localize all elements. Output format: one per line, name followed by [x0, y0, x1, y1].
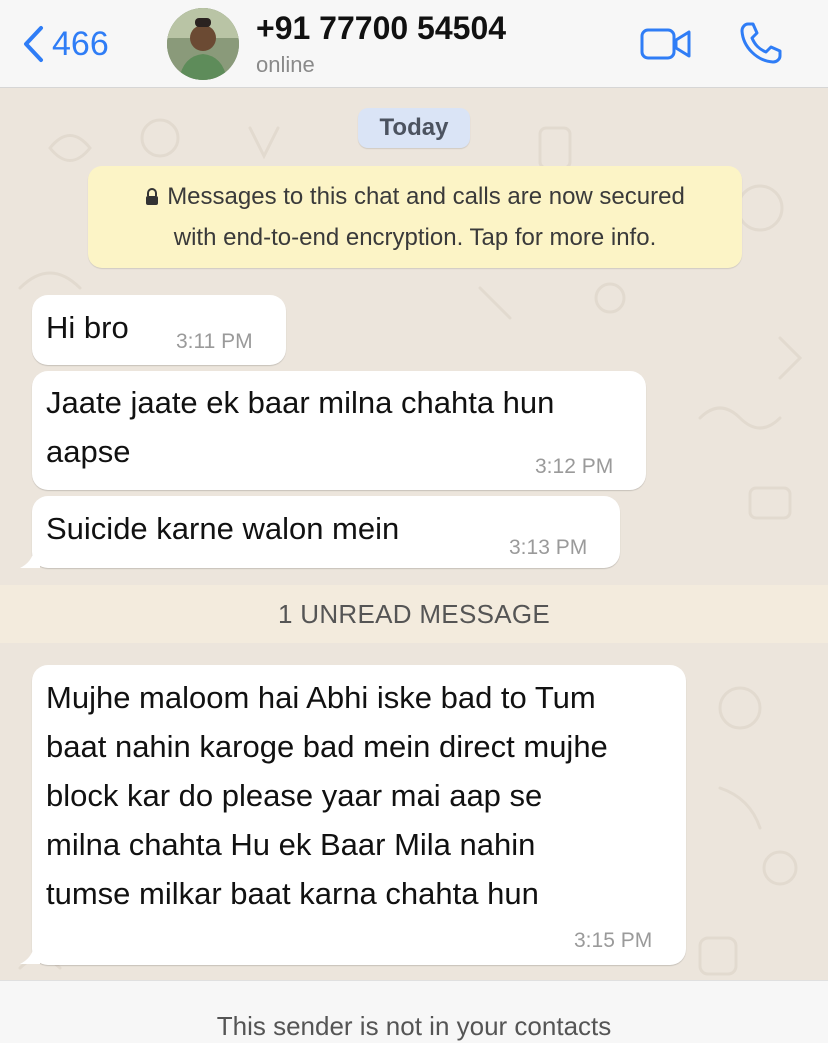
phone-icon: [740, 22, 782, 64]
message-text: Suicide karne walon mein: [46, 511, 400, 546]
bubble-tail: [20, 550, 40, 568]
video-camera-icon: [640, 28, 691, 60]
message-text: tumse milkar baat karna chahta hun: [46, 876, 539, 911]
message-text: Hi bro: [46, 310, 129, 345]
unknown-sender-text: This sender is not in your contacts: [216, 1011, 612, 1041]
message-text: Jaate jaate ek baar milna chahta hun: [46, 385, 555, 420]
avatar-image: [167, 8, 239, 80]
message-bubble[interactable]: Hi bro 3:11 PM: [32, 295, 286, 365]
message-text: Mujhe maloom hai Abhi iske bad to Tum: [46, 680, 596, 715]
message-text: aapse: [46, 434, 131, 469]
video-call-button[interactable]: [640, 26, 692, 62]
message-time: 3:15 PM: [574, 929, 653, 952]
chat-header: 466 +91 77700 54504 online: [0, 0, 828, 88]
message-time: 3:12 PM: [535, 455, 614, 478]
back-count: 466: [52, 24, 109, 63]
contact-name[interactable]: +91 77700 54504: [256, 10, 506, 47]
contact-status: online: [256, 52, 315, 77]
lock-icon: [146, 188, 159, 205]
message-bubble[interactable]: Mujhe maloom hai Abhi iske bad to Tum ba…: [32, 665, 686, 965]
chat-area[interactable]: Today Messages to this chat and calls ar…: [0, 88, 828, 1043]
message-text: baat nahin karoge bad mein direct mujhe: [46, 729, 608, 764]
date-label: Today: [358, 108, 470, 148]
message-bubble[interactable]: Jaate jaate ek baar milna chahta hun aap…: [32, 371, 646, 490]
message-time: 3:11 PM: [176, 330, 253, 353]
unknown-sender-banner: This sender is not in your contacts: [0, 980, 828, 1043]
message-text: block kar do please yaar mai aap se: [46, 778, 543, 813]
encryption-text-line1: Messages to this chat and calls are now …: [167, 183, 685, 210]
back-button[interactable]: 466: [22, 20, 109, 68]
avatar[interactable]: [167, 8, 239, 80]
message-text: milna chahta Hu ek Baar Mila nahin: [46, 827, 536, 862]
chevron-left-icon: [24, 26, 43, 62]
bubble-tail: [20, 946, 40, 964]
encryption-text-line2: with end-to-end encryption. Tap for more…: [173, 224, 657, 251]
message-bubble[interactable]: Suicide karne walon mein 3:13 PM: [32, 496, 620, 568]
voice-call-button[interactable]: [738, 20, 784, 66]
encryption-notice[interactable]: Messages to this chat and calls are now …: [88, 166, 742, 268]
unread-divider: 1 UNREAD MESSAGE: [0, 585, 828, 643]
message-time: 3:13 PM: [509, 536, 588, 559]
